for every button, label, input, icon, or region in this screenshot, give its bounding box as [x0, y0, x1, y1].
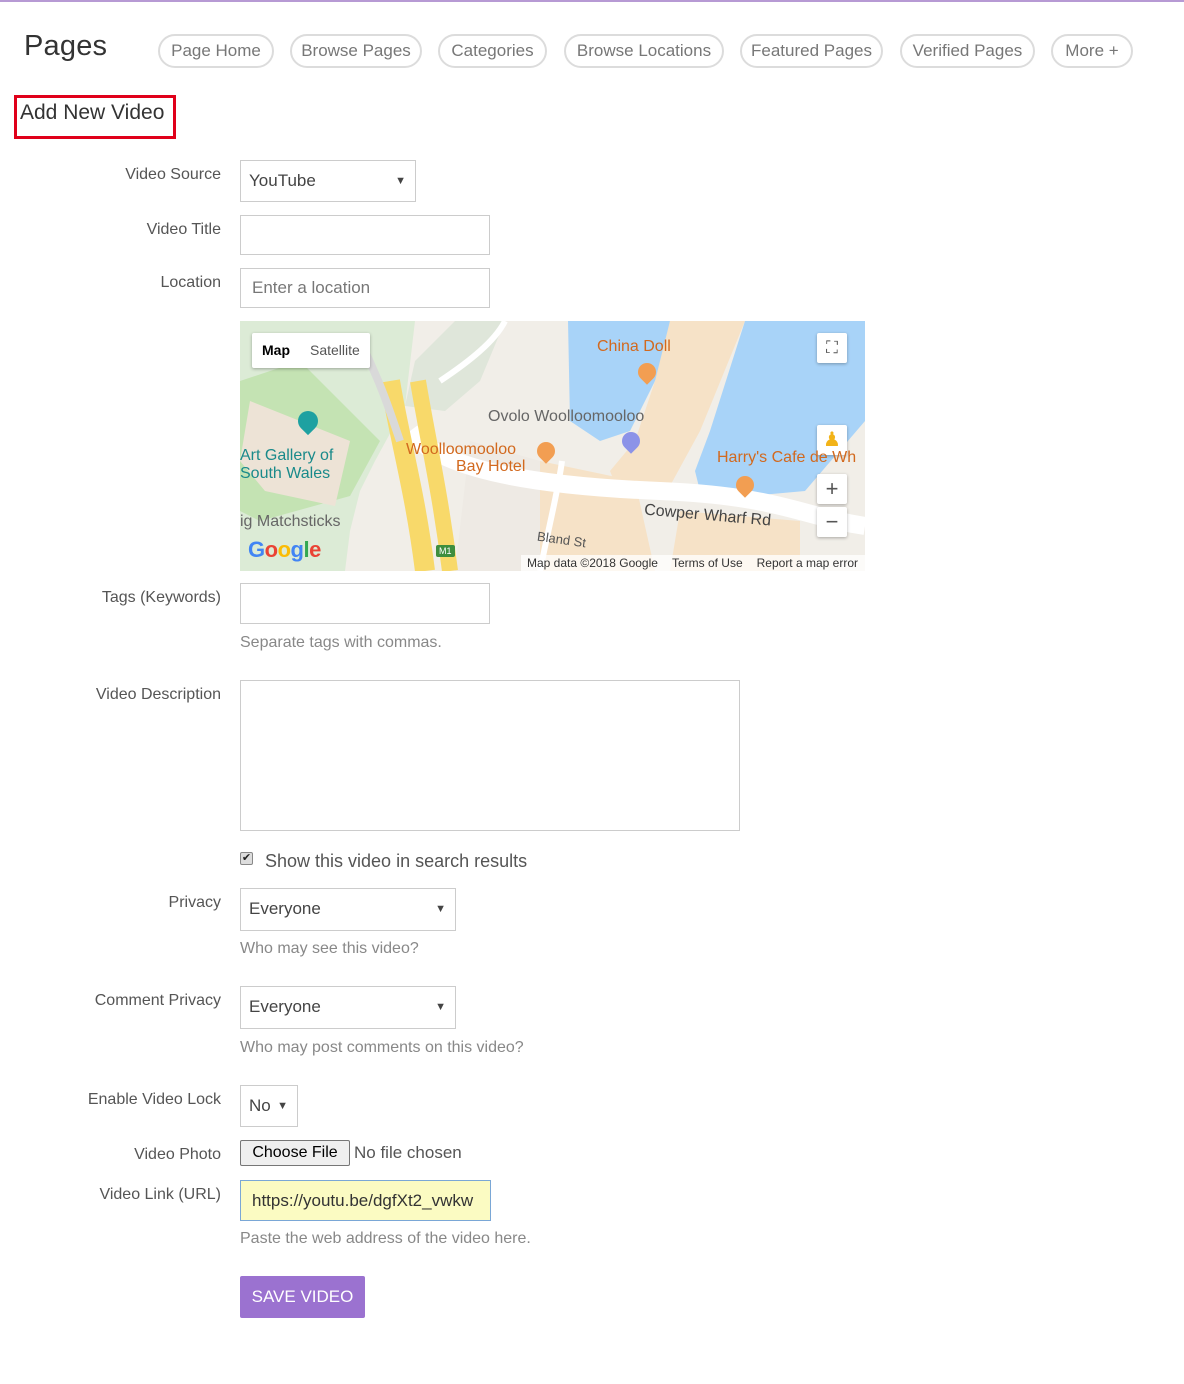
tags-label: Tags (Keywords) — [101, 589, 221, 606]
chevron-down-icon: ▼ — [277, 1100, 288, 1112]
video-title-label: Video Title — [146, 221, 221, 238]
tags-input[interactable] — [240, 583, 490, 624]
choose-file-button[interactable]: Choose File — [240, 1140, 350, 1166]
file-status-text: No file chosen — [354, 1143, 462, 1162]
video-source-label: Video Source — [125, 166, 221, 183]
video-source-value: YouTube — [249, 171, 316, 190]
video-source-select[interactable]: YouTube ▼ — [240, 160, 416, 202]
video-link-label: Video Link (URL) — [99, 1186, 221, 1203]
video-link-input[interactable]: https://youtu.be/dgfXt2_vwkw — [240, 1180, 491, 1221]
map-place-label: Ovolo Woolloomooloo — [488, 408, 645, 425]
chevron-down-icon: ▼ — [435, 1001, 446, 1013]
privacy-hint: Who may see this video? — [240, 940, 419, 957]
description-label: Video Description — [95, 686, 221, 703]
location-label: Location — [160, 274, 222, 291]
search-results-label[interactable]: Show this video in search results — [265, 851, 527, 872]
nav-browse-locations[interactable]: Browse Locations — [564, 34, 724, 68]
video-photo-label: Video Photo — [134, 1146, 221, 1163]
nav-featured-pages[interactable]: Featured Pages — [740, 34, 883, 68]
privacy-select[interactable]: Everyone ▼ — [240, 888, 456, 931]
description-textarea[interactable] — [240, 680, 740, 831]
nav-browse-pages[interactable]: Browse Pages — [290, 34, 422, 68]
comment-privacy-hint: Who may post comments on this video? — [240, 1039, 524, 1056]
map-report-error-link[interactable]: Report a map error — [757, 555, 858, 571]
map-type-control[interactable]: Map Satellite — [252, 333, 370, 368]
video-link-hint: Paste the web address of the video here. — [240, 1230, 531, 1247]
map-place-label: Woolloomooloo — [406, 441, 516, 458]
map-footer: Map data ©2018 Google Terms of Use Repor… — [521, 555, 865, 571]
privacy-value: Everyone — [249, 899, 321, 918]
map-type-map[interactable]: Map — [252, 333, 300, 368]
comment-privacy-label: Comment Privacy — [94, 992, 221, 1009]
video-lock-label: Enable Video Lock — [87, 1091, 221, 1108]
location-map[interactable]: Map Satellite ⛶ ♟ + − China Doll Ovolo W… — [240, 321, 865, 571]
google-logo: Google — [248, 537, 321, 562]
tags-hint: Separate tags with commas. — [240, 634, 442, 651]
comment-privacy-select[interactable]: Everyone ▼ — [240, 986, 456, 1029]
nav-verified-pages[interactable]: Verified Pages — [900, 34, 1035, 68]
map-type-satellite[interactable]: Satellite — [300, 333, 370, 368]
map-place-label: Art Gallery of — [240, 447, 334, 464]
nav-more[interactable]: More + — [1051, 34, 1133, 68]
page-title: Pages — [24, 30, 108, 62]
road-shield-badge: M1 — [436, 545, 455, 557]
privacy-label: Privacy — [168, 894, 221, 911]
nav-categories[interactable]: Categories — [438, 34, 547, 68]
form-heading: Add New Video — [20, 101, 165, 124]
fullscreen-icon[interactable]: ⛶ — [817, 333, 847, 363]
map-place-label: Harry's Cafe de Wh — [717, 449, 857, 466]
video-title-input[interactable] — [240, 215, 490, 255]
nav-page-home[interactable]: Page Home — [158, 34, 274, 68]
map-place-label: Bay Hotel — [456, 458, 526, 475]
map-place-label: China Doll — [597, 338, 671, 355]
video-lock-select[interactable]: No ▼ — [240, 1085, 298, 1127]
location-input[interactable]: Enter a location — [240, 268, 490, 308]
save-video-button[interactable]: SAVE VIDEO — [240, 1276, 365, 1318]
map-place-label: South Wales — [240, 465, 331, 482]
chevron-down-icon: ▼ — [395, 175, 406, 187]
video-lock-value: No — [249, 1096, 271, 1115]
chevron-down-icon: ▼ — [435, 903, 446, 915]
zoom-out-button[interactable]: − — [817, 507, 847, 537]
search-results-checkbox[interactable]: ✔ — [240, 852, 253, 865]
map-terms-link[interactable]: Terms of Use — [672, 555, 743, 571]
top-accent-line — [0, 0, 1184, 2]
map-data-attribution: Map data ©2018 Google — [527, 556, 658, 570]
map-place-label: ig Matchsticks — [240, 513, 341, 530]
comment-privacy-value: Everyone — [249, 997, 321, 1016]
zoom-in-button[interactable]: + — [817, 474, 847, 504]
